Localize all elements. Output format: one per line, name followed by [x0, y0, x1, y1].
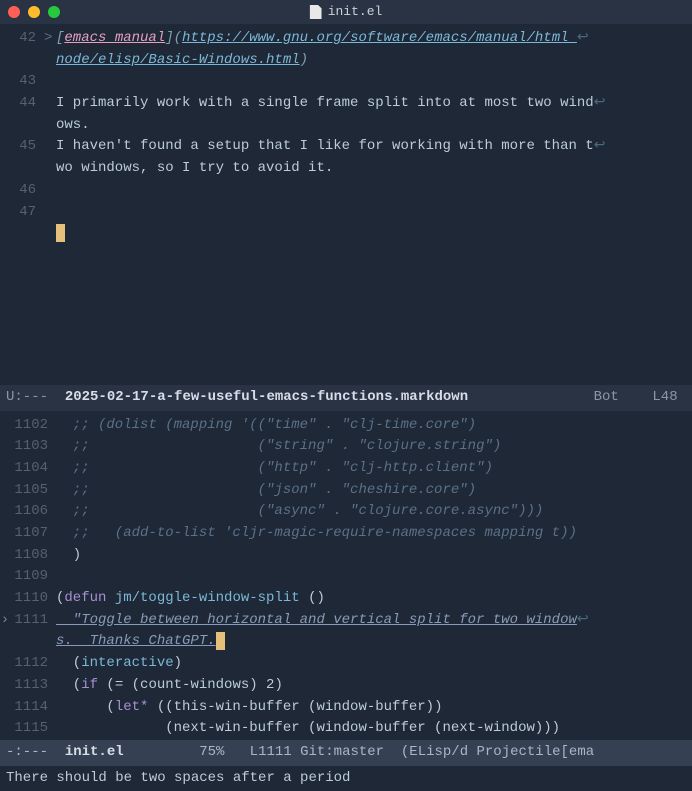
echo-area: There should be two spaces after a perio…	[0, 766, 692, 791]
line-number: 1115	[0, 718, 56, 740]
line-number: 1108	[0, 545, 56, 567]
line-content[interactable]: wo windows, so I try to avoid it.	[56, 158, 692, 180]
line-content[interactable]: (let* ((this-win-buffer (window-buffer))	[56, 697, 692, 719]
modeline-lower[interactable]: -:--- init.el 75% L1111 Git:master (ELis…	[0, 740, 692, 766]
traffic-lights	[8, 6, 60, 18]
file-icon	[310, 5, 322, 19]
line-number: 42	[0, 28, 44, 50]
line-44-wrap: ows.	[0, 115, 692, 137]
close-icon[interactable]	[8, 6, 20, 18]
line-42: 42 > [emacs manual](https://www.gnu.org/…	[0, 28, 692, 50]
line-content[interactable]: ;; ("async" . "clojure.core.async")))	[56, 501, 692, 523]
line-number: 47	[0, 202, 44, 224]
lower-buffer[interactable]: 1102 ;; (dolist (mapping '(("time" . "cl…	[0, 411, 692, 740]
line-42-wrap: node/elisp/Basic-Windows.html)	[0, 50, 692, 72]
line-44: 44 I primarily work with a single frame …	[0, 93, 692, 115]
line-content[interactable]: ;; (add-to-list 'cljr-magic-require-name…	[56, 523, 692, 545]
line-1110: 1110 (defun jm/toggle-window-split ()	[0, 588, 692, 610]
line-number: 46	[0, 180, 44, 202]
line-number: 1110	[0, 588, 56, 610]
wrap-icon: ↩	[577, 612, 589, 628]
line-number: 1106	[0, 501, 56, 523]
line-number: 45	[0, 136, 44, 158]
upper-buffer[interactable]: 42 > [emacs manual](https://www.gnu.org/…	[0, 24, 692, 245]
line-number: 1109	[0, 566, 56, 588]
line-content[interactable]: ows.	[56, 115, 692, 137]
modeline-state: -:---	[6, 742, 56, 764]
cursor	[56, 224, 65, 242]
line-content[interactable]: (interactive)	[56, 653, 692, 675]
line-content[interactable]: (defun jm/toggle-window-split ()	[56, 588, 692, 610]
line-45-wrap: wo windows, so I try to avoid it.	[0, 158, 692, 180]
line-number: 1103	[0, 436, 56, 458]
line-content[interactable]: ;; ("string" . "clojure.string")	[56, 436, 692, 458]
line-content[interactable]: I primarily work with a single frame spl…	[56, 93, 692, 115]
line-1114: 1114 (let* ((this-win-buffer (window-buf…	[0, 697, 692, 719]
line-content[interactable]: ;; ("json" . "cheshire.core")	[56, 480, 692, 502]
wrap-icon: ↩	[594, 95, 606, 111]
buffer-empty-space[interactable]	[0, 245, 692, 385]
line-1104: 1104 ;; ("http" . "clj-http.client")	[0, 458, 692, 480]
line-number: 1107	[0, 523, 56, 545]
line-number: 1113	[0, 675, 56, 697]
line-content[interactable]: [emacs manual](https://www.gnu.org/softw…	[56, 28, 692, 50]
line-number: 1111	[10, 610, 56, 632]
line-content[interactable]: ;; (dolist (mapping '(("time" . "clj-tim…	[56, 415, 692, 437]
line-content[interactable]: (next-win-buffer (window-buffer (next-wi…	[56, 718, 692, 740]
line-number: 1105	[0, 480, 56, 502]
line-number: 1112	[0, 653, 56, 675]
line-cursor	[0, 223, 692, 245]
line-1113: 1113 (if (= (count-windows) 2)	[0, 675, 692, 697]
line-number: 44	[0, 93, 44, 115]
line-1109: 1109	[0, 566, 692, 588]
wrap-icon: ↩	[577, 30, 589, 46]
modeline-position: Bot L48	[568, 387, 686, 409]
line-content[interactable]: node/elisp/Basic-Windows.html)	[56, 50, 692, 72]
line-content[interactable]: "Toggle between horizontal and vertical …	[56, 610, 692, 632]
line-number: 1114	[0, 697, 56, 719]
line-content[interactable]: ;; ("http" . "clj-http.client")	[56, 458, 692, 480]
line-1112: 1112 (interactive)	[0, 653, 692, 675]
modeline-filename: init.el	[56, 742, 123, 764]
line-number: 43	[0, 71, 44, 93]
line-content[interactable]: s. Thanks ChatGPT.	[56, 631, 692, 653]
line-45: 45 I haven't found a setup that I like f…	[0, 136, 692, 158]
line-1105: 1105 ;; ("json" . "cheshire.core")	[0, 480, 692, 502]
line-1111-wrap: s. Thanks ChatGPT.	[0, 631, 692, 653]
line-number: 1104	[0, 458, 56, 480]
modeline-filename: 2025-02-17-a-few-useful-emacs-functions.…	[56, 387, 468, 409]
modeline-upper[interactable]: U:--- 2025-02-17-a-few-useful-emacs-func…	[0, 385, 692, 411]
line-content[interactable]: I haven't found a setup that I like for …	[56, 136, 692, 158]
minimize-icon[interactable]	[28, 6, 40, 18]
line-content[interactable]: (if (= (count-windows) 2)	[56, 675, 692, 697]
fold-indicator[interactable]: >	[44, 28, 56, 50]
line-1111: › 1111 "Toggle between horizontal and ve…	[0, 610, 692, 632]
wrap-icon: ↩	[594, 138, 606, 154]
line-1107: 1107 ;; (add-to-list 'cljr-magic-require…	[0, 523, 692, 545]
line-1115: 1115 (next-win-buffer (window-buffer (ne…	[0, 718, 692, 740]
line-1103: 1103 ;; ("string" . "clojure.string")	[0, 436, 692, 458]
maximize-icon[interactable]	[48, 6, 60, 18]
title-text: init.el	[328, 2, 383, 22]
line-content[interactable]: )	[56, 545, 692, 567]
line-46: 46	[0, 180, 692, 202]
current-line-arrow-icon: ›	[0, 610, 10, 632]
window-title: init.el	[310, 2, 383, 22]
line-number: 1102	[0, 415, 56, 437]
line-43: 43	[0, 71, 692, 93]
line-1108: 1108 )	[0, 545, 692, 567]
modeline-state: U:---	[6, 387, 56, 409]
titlebar[interactable]: init.el	[0, 0, 692, 24]
modeline-info: 75% L1111 Git:master (ELisp/d Projectile…	[124, 742, 594, 764]
cursor	[216, 632, 225, 650]
line-1102: 1102 ;; (dolist (mapping '(("time" . "cl…	[0, 415, 692, 437]
line-47: 47	[0, 202, 692, 224]
line-1106: 1106 ;; ("async" . "clojure.core.async")…	[0, 501, 692, 523]
